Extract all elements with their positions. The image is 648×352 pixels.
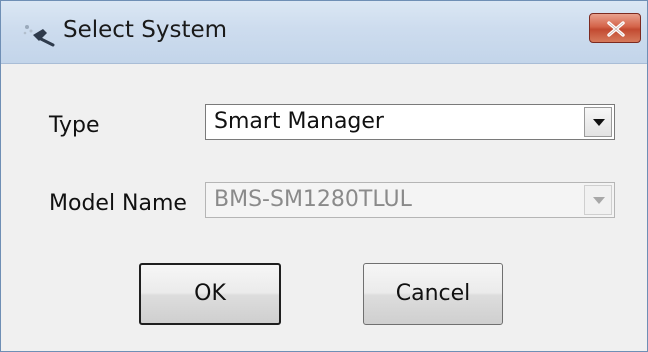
- model-name-dropdown: BMS-SM1280TLUL: [205, 182, 615, 218]
- chevron-down-icon: [593, 197, 605, 204]
- window-title: Select System: [63, 17, 228, 43]
- model-name-dropdown-button: [584, 185, 612, 215]
- model-name-label: Model Name: [49, 191, 187, 216]
- app-icon: [17, 21, 59, 47]
- type-dropdown[interactable]: Smart Manager: [205, 104, 615, 140]
- select-system-dialog: Select System Type Smart Manager Model N…: [0, 0, 648, 352]
- chevron-down-icon: [593, 119, 605, 126]
- type-label: Type: [49, 113, 100, 138]
- title-bar[interactable]: Select System: [1, 1, 647, 64]
- ok-button[interactable]: OK: [139, 263, 281, 325]
- type-dropdown-button[interactable]: [584, 107, 612, 137]
- model-name-dropdown-value: BMS-SM1280TLUL: [214, 187, 412, 212]
- close-icon: [607, 21, 625, 37]
- type-dropdown-value: Smart Manager: [214, 109, 384, 134]
- cancel-button[interactable]: Cancel: [363, 263, 503, 325]
- close-button[interactable]: [589, 13, 641, 43]
